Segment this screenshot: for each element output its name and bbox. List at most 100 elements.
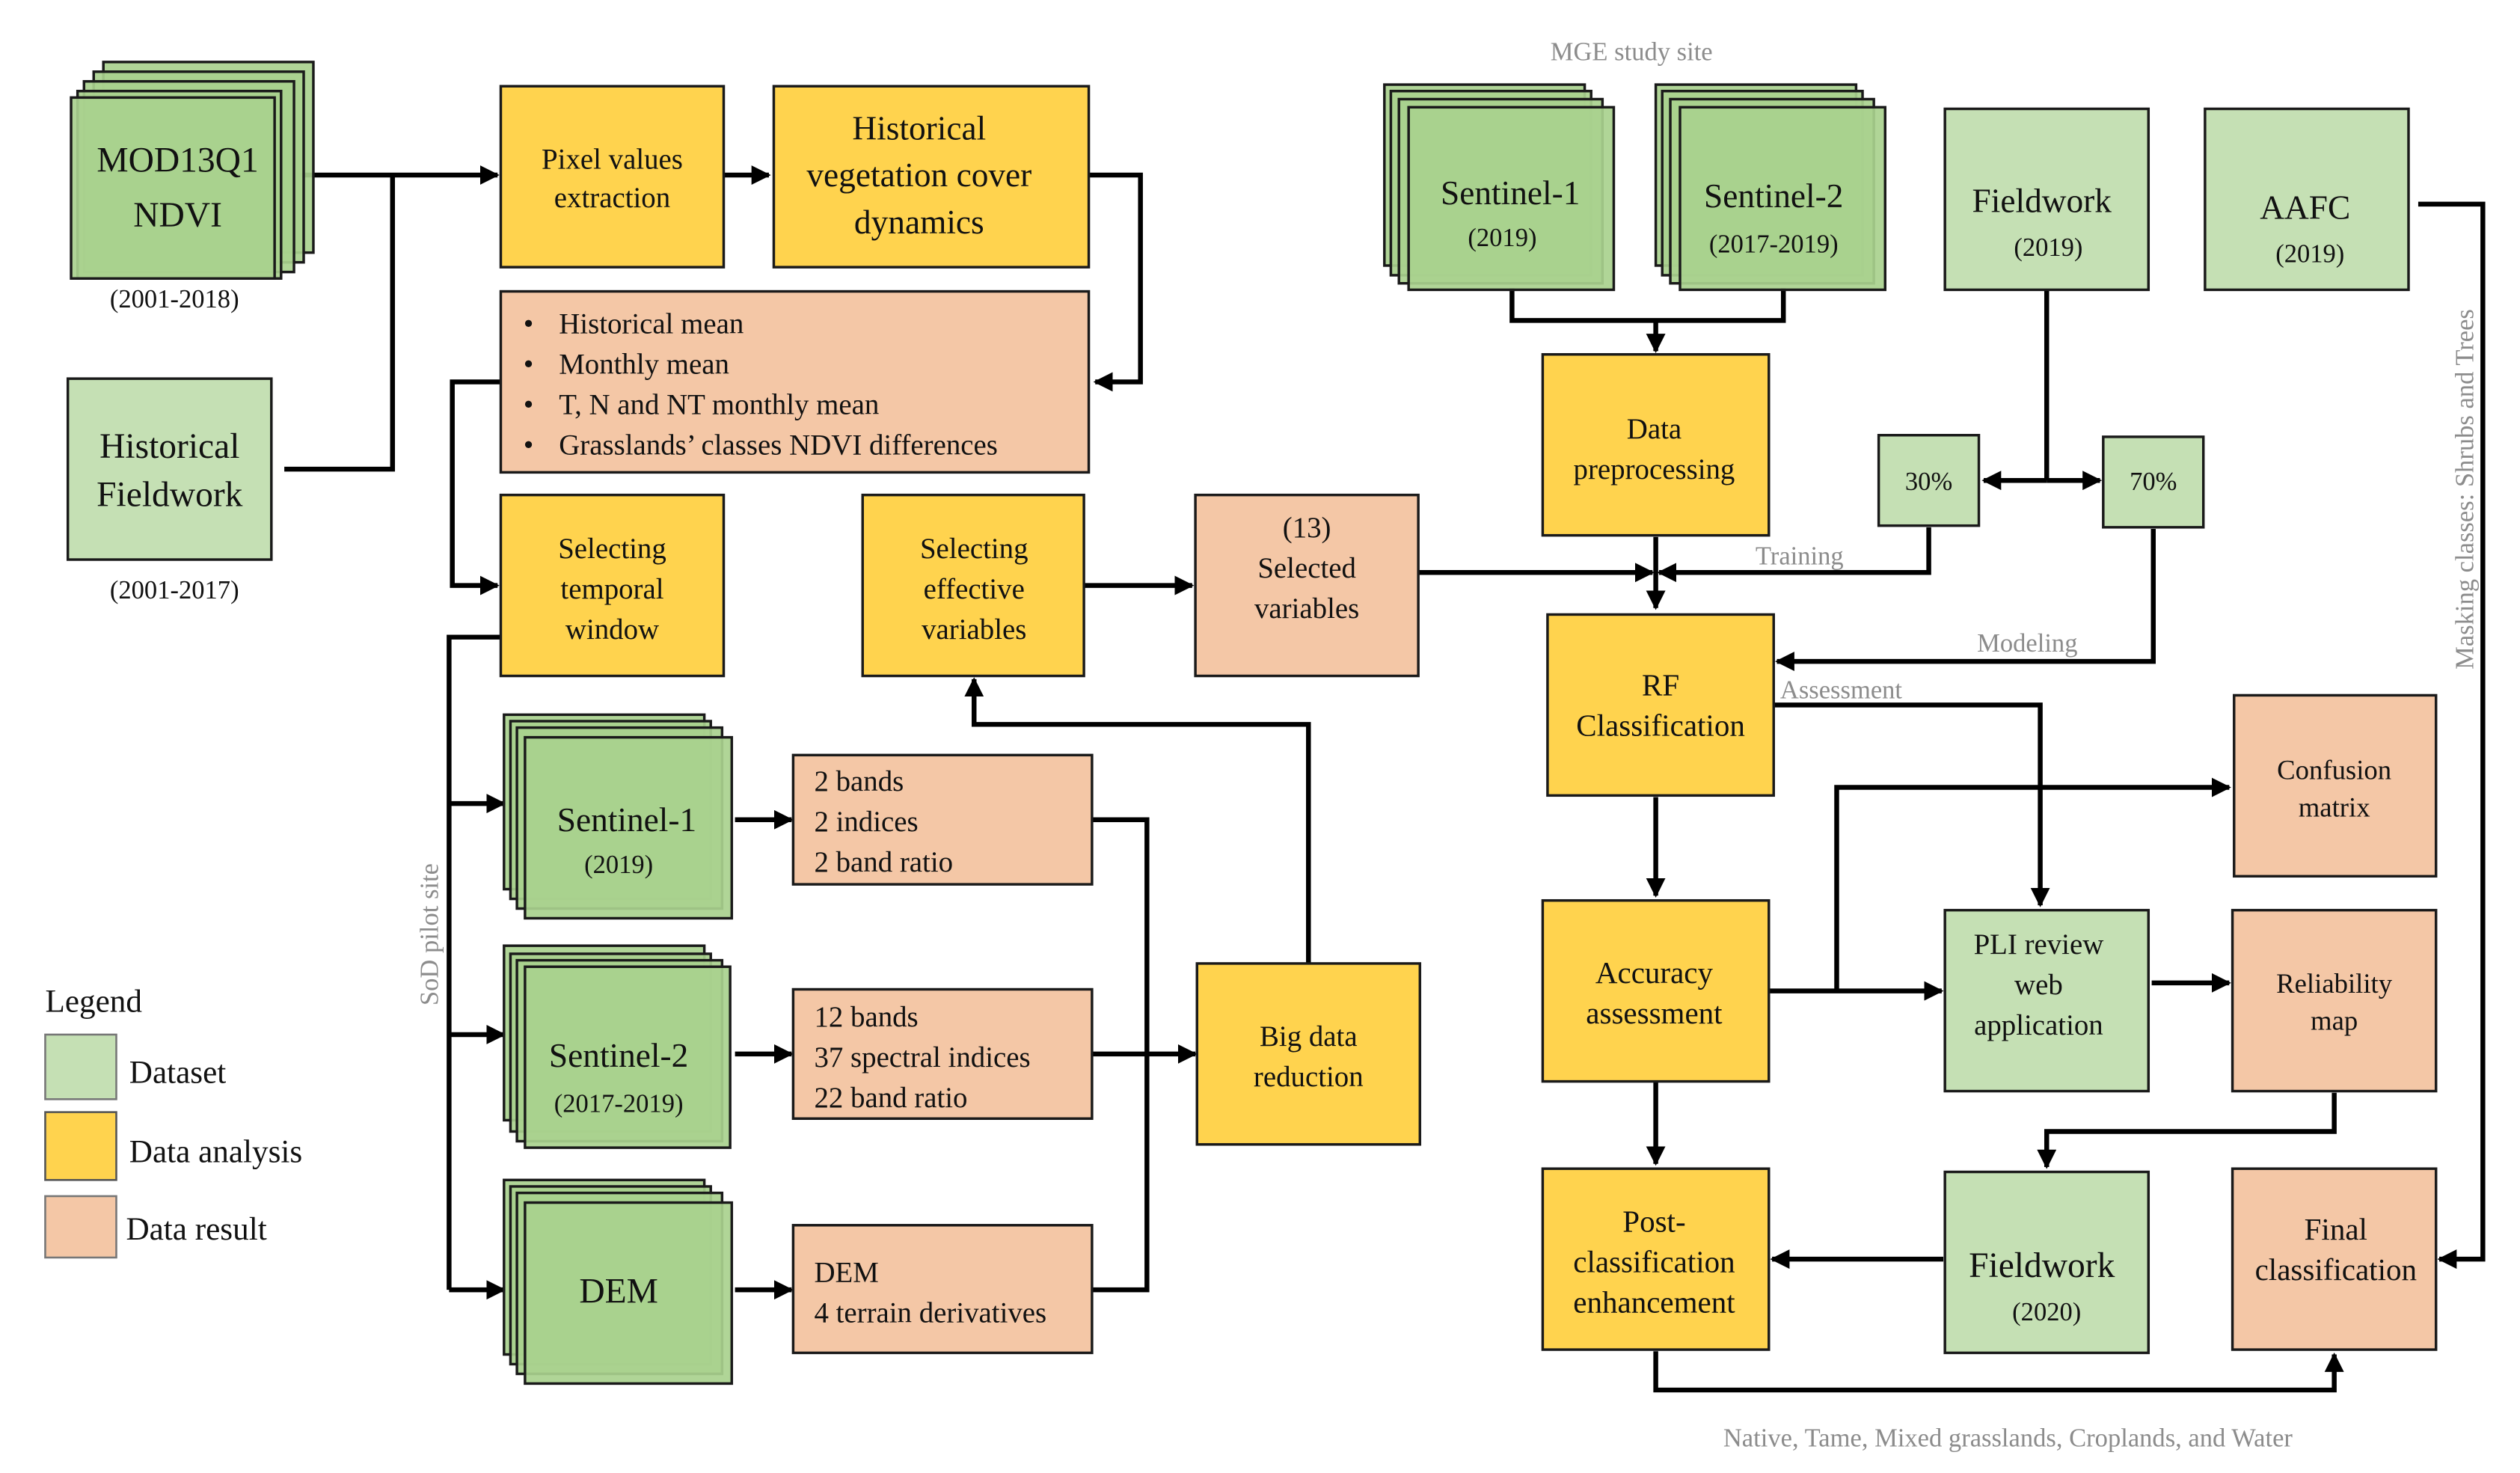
edge-histveg-to-results (1088, 172, 1143, 392)
s2-result-item: 22 band ratio (814, 1082, 967, 1114)
node-split-30[interactable]: 30% (1877, 434, 1981, 527)
s2-sod-line1: Sentinel-2 (549, 1037, 688, 1074)
hist-result-item: Historical mean (559, 308, 744, 340)
node-rf-classification[interactable]: RF Classification (1546, 613, 1775, 797)
mge-site-label: MGE study site (1551, 38, 1713, 67)
node-dem-result[interactable]: DEM 4 terrain derivatives (791, 1224, 1094, 1355)
edge-label-training: Training (1756, 542, 1844, 571)
fieldwork2020-line1: Fieldwork (1969, 1246, 2115, 1285)
bigdata-line1: Big data (1260, 1020, 1358, 1053)
node-confusion-matrix[interactable]: Confusion matrix (2233, 693, 2438, 878)
hist-result-item: Grasslands’ classes NDVI differences (559, 429, 998, 462)
hist-result-item: T, N and NT monthly mean (559, 389, 879, 421)
node-accuracy-assessment[interactable]: Accuracy assessment (1541, 898, 1771, 1083)
node-post-classification[interactable]: Post- classification enhancement (1541, 1167, 1771, 1351)
node-sentinel1-mge[interactable]: Sentinel-1 (2019) (1383, 83, 1616, 292)
node-pli-review-web-app[interactable]: PLI review web application (1943, 908, 2150, 1093)
postclass-line3: enhancement (1573, 1284, 1735, 1319)
bigdata-line2: reduction (1254, 1061, 1364, 1093)
bullet: • (524, 429, 534, 462)
s1-mge-line1: Sentinel-1 (1441, 174, 1580, 212)
s1-mge-line2: (2019) (1468, 224, 1536, 252)
rf-line1: RF (1642, 667, 1679, 702)
edge-reliability-to-fieldwork2020 (2037, 1092, 2337, 1169)
node-sentinel2-sod-result[interactable]: 12 bands 37 spectral indices 22 band rat… (791, 987, 1094, 1120)
legend-swatch-dataset (44, 1033, 117, 1100)
s2-sod-line2: (2017-2019) (554, 1090, 684, 1118)
final-line1: Final (2305, 1212, 2367, 1246)
node-fieldwork-2020[interactable]: Fieldwork (2020) (1943, 1170, 2150, 1355)
workflow-diagram: MOD13Q1 NDVI (2001-2018) Historical Fiel… (44, 38, 2486, 1453)
dem-result-item: DEM (814, 1256, 878, 1288)
mod13q1-line2: NDVI (133, 196, 222, 235)
node-selecting-temporal-window[interactable]: Selecting temporal window (499, 493, 726, 678)
postclass-line1: Post- (1622, 1204, 1685, 1238)
bullet: • (524, 308, 534, 340)
reliability-line1: Reliability (2276, 968, 2393, 999)
edge-label-masking: Masking classes: Shrubs and Trees (2450, 309, 2479, 670)
s1-sod-line1: Sentinel-1 (557, 801, 696, 839)
node-dem[interactable]: DEM (503, 1178, 734, 1385)
node-selected-variables[interactable]: (13) Selected variables (1194, 493, 1420, 678)
node-big-data-reduction[interactable]: Big data reduction (1195, 962, 1422, 1146)
aafc-line2: (2019) (2275, 240, 2344, 269)
edge-label-final-classes: Native, Tame, Mixed grasslands, Cropland… (1723, 1424, 2293, 1453)
legend-swatch-analysis (44, 1111, 117, 1181)
preprocessing-line2: preprocessing (1574, 453, 1735, 486)
sod-site-label: SoD pilot site (415, 863, 444, 1005)
node-aafc[interactable]: AAFC (2019) (2204, 107, 2410, 292)
s2-mge-line1: Sentinel-2 (1704, 177, 1843, 215)
s1-sod-line2: (2019) (584, 851, 653, 879)
final-line2: classification (2255, 1252, 2417, 1287)
s2-mge-line2: (2017-2019) (1709, 230, 1839, 259)
selected-line2: Selected (1257, 552, 1356, 584)
mod13q1-caption: (2001-2018) (110, 285, 239, 313)
legend-title: Legend (45, 984, 142, 1020)
dem-line1: DEM (579, 1272, 658, 1311)
confusion-line1: Confusion (2277, 755, 2391, 786)
node-historical-results[interactable]: • Historical mean • Monthly mean • T, N … (499, 290, 1091, 474)
node-mod13q1[interactable]: MOD13Q1 NDVI (70, 61, 315, 280)
node-final-classification[interactable]: Final classification (2231, 1167, 2438, 1351)
temporal-line1: Selecting (558, 533, 666, 565)
node-historical-vegetation-dynamics[interactable]: Historical vegetation cover dynamics (772, 85, 1091, 269)
preprocessing-line1: Data (1627, 413, 1681, 445)
legend-label-analysis: Data analysis (129, 1135, 302, 1170)
s1-result-item: 2 indices (814, 806, 918, 838)
legend-label-result: Data result (126, 1212, 266, 1247)
reliability-line2: map (2311, 1005, 2358, 1035)
hist-fieldwork-caption: (2001-2017) (110, 576, 239, 604)
pixel-line1: Pixel values (542, 143, 683, 175)
node-fieldwork-2019[interactable]: Fieldwork (2019) (1943, 107, 2150, 292)
selected-line3: variables (1254, 592, 1359, 625)
temporal-line2: temporal (560, 573, 663, 605)
hist-fieldwork-line1: Historical (99, 427, 239, 466)
node-historical-fieldwork[interactable]: Historical Fieldwork (66, 377, 273, 561)
edge-sentinels-merge (1509, 288, 1786, 323)
selected-line1: (13) (1283, 512, 1331, 544)
node-pixel-values-extraction[interactable]: Pixel values extraction (499, 85, 726, 269)
node-data-preprocessing[interactable]: Data preprocessing (1541, 353, 1771, 537)
split70-label: 70% (2130, 468, 2177, 496)
s2-result-item: 37 spectral indices (814, 1041, 1030, 1074)
mod13q1-line1: MOD13Q1 (96, 141, 258, 180)
node-sentinel1-sod[interactable]: Sentinel-1 (2019) (503, 713, 734, 920)
node-split-70[interactable]: 70% (2102, 435, 2205, 529)
node-sentinel2-sod[interactable]: Sentinel-2 (2017-2019) (503, 944, 732, 1149)
node-sentinel1-sod-result[interactable]: 2 bands 2 indices 2 band ratio (791, 753, 1094, 886)
edge-rf-assessment-to-pli (1773, 702, 2050, 907)
node-sentinel2-mge[interactable]: Sentinel-2 (2017-2019) (1654, 83, 1886, 292)
edge-results-to-temporal (450, 379, 501, 595)
fieldwork2019-line2: (2019) (2014, 233, 2082, 262)
split30-label: 30% (1905, 468, 1952, 496)
hist-fieldwork-line2: Fieldwork (96, 476, 243, 515)
node-reliability-map[interactable]: Reliability map (2231, 908, 2438, 1093)
effective-line1: Selecting (920, 533, 1028, 565)
rf-line2: Classification (1576, 708, 1745, 742)
accuracy-line2: assessment (1586, 996, 1723, 1030)
histveg-line2: vegetation cover (806, 156, 1031, 194)
effective-line3: variables (922, 613, 1026, 646)
aafc-line1: AAFC (2260, 189, 2350, 226)
node-selecting-effective-variables[interactable]: Selecting effective variables (861, 493, 1085, 678)
s2-result-item: 12 bands (814, 1001, 918, 1033)
